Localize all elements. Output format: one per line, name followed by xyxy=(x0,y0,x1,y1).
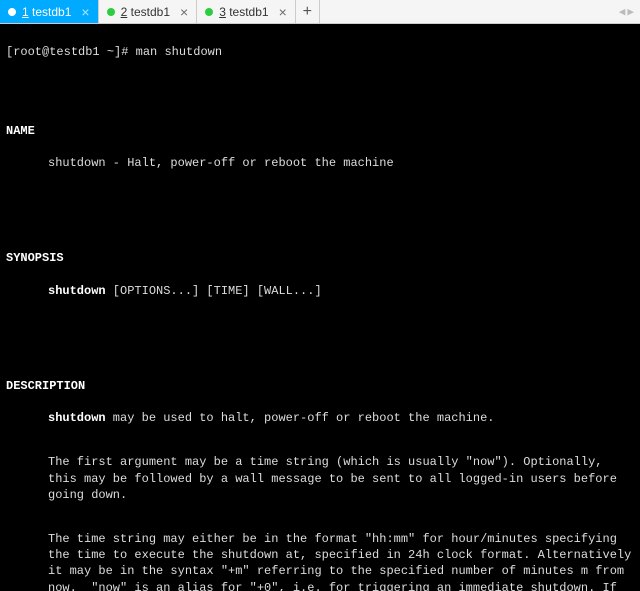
tab-nav: ◀ ▶ xyxy=(613,0,640,23)
circle-icon xyxy=(205,8,213,16)
circle-icon xyxy=(107,8,115,16)
tab-label: 3 testdb1 xyxy=(219,5,268,19)
tab-bar: 1 testdb1 × 2 testdb1 × 3 testdb1 × + ◀ … xyxy=(0,0,640,24)
man-section-synopsis: SYNOPSIS shutdown [OPTIONS...] [TIME] [W… xyxy=(6,234,634,315)
close-icon[interactable]: × xyxy=(180,5,188,19)
tab-1[interactable]: 1 testdb1 × xyxy=(0,0,99,23)
tab-2[interactable]: 2 testdb1 × xyxy=(99,0,198,23)
chevron-left-icon[interactable]: ◀ xyxy=(619,5,626,19)
add-tab-button[interactable]: + xyxy=(296,0,320,23)
man-section-description: DESCRIPTION shutdown may be used to halt… xyxy=(6,361,634,591)
close-icon[interactable]: × xyxy=(279,5,287,19)
tab-label: 2 testdb1 xyxy=(121,5,170,19)
chevron-right-icon[interactable]: ▶ xyxy=(627,5,634,19)
tab-3[interactable]: 3 testdb1 × xyxy=(197,0,296,23)
close-icon[interactable]: × xyxy=(81,5,89,19)
prompt-line: [root@testdb1 ~]# man shutdown xyxy=(6,44,634,60)
terminal-output[interactable]: [root@testdb1 ~]# man shutdown NAME shut… xyxy=(0,24,640,591)
circle-icon xyxy=(8,8,16,16)
tab-label: 1 testdb1 xyxy=(22,5,71,19)
man-section-name: NAME shutdown - Halt, power-off or reboo… xyxy=(6,107,634,188)
